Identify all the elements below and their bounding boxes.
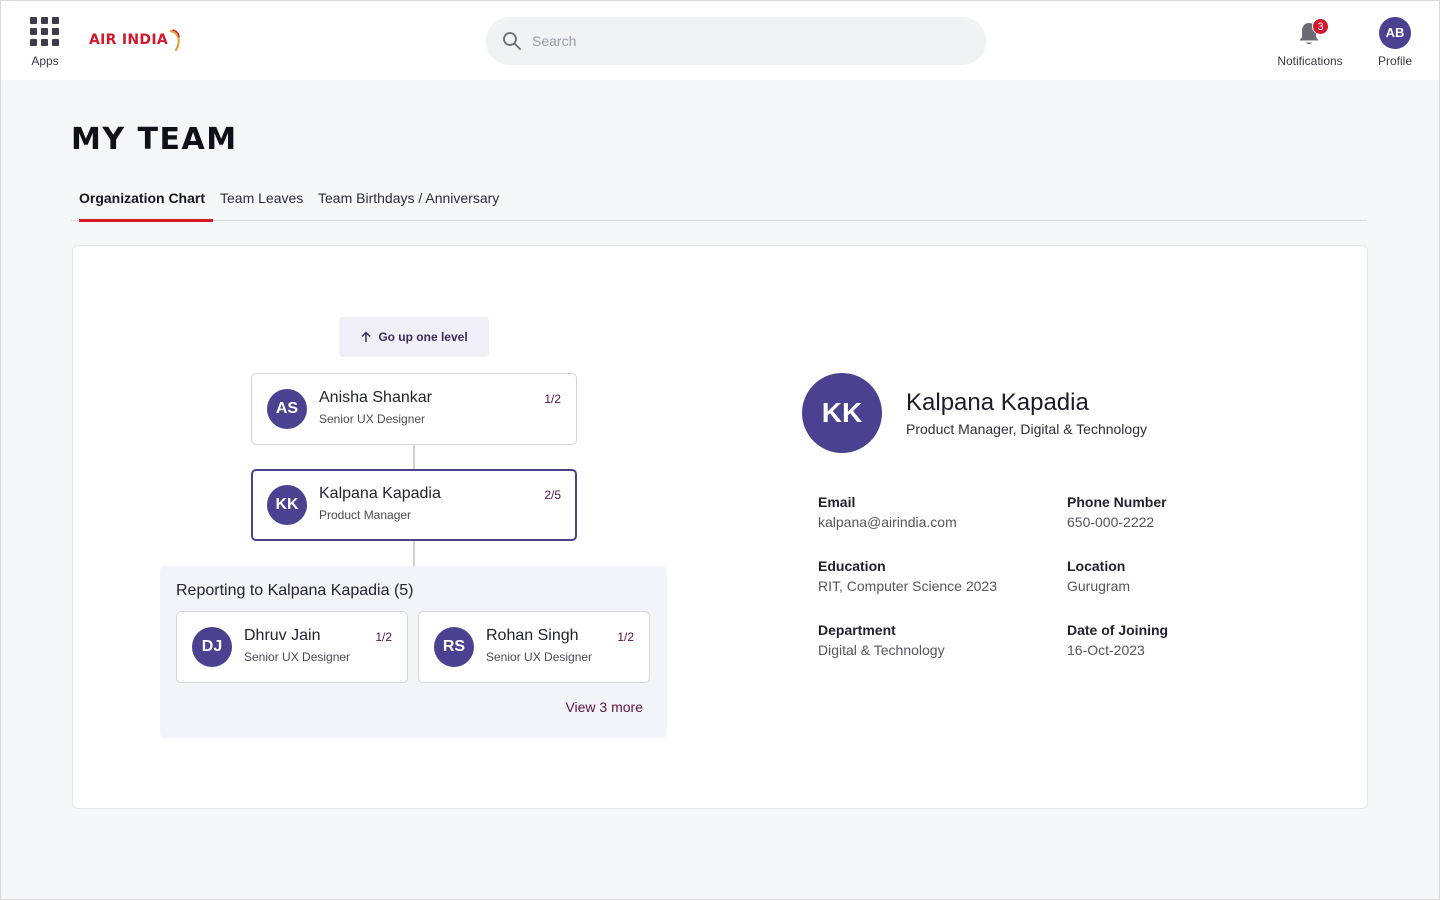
- manager-card[interactable]: AS Anisha Shankar Senior UX Designer 1/2: [251, 373, 577, 445]
- air-india-logo[interactable]: AIR INDIA: [89, 27, 182, 53]
- education-field: Education RIT, Computer Science 2023: [818, 558, 997, 594]
- logo-swoosh-icon: [170, 29, 180, 51]
- report-card-rohan-singh[interactable]: RS Rohan Singh Senior UX Designer 1/2: [418, 611, 650, 683]
- avatar: RS: [434, 627, 474, 667]
- department-field: Department Digital & Technology: [818, 622, 945, 658]
- person-role: Senior UX Designer: [244, 650, 351, 664]
- email-value[interactable]: kalpana@airindia.com: [818, 514, 957, 530]
- person-role: Product Manager: [319, 508, 412, 522]
- avatar: AS: [267, 389, 307, 429]
- notifications-label: Notifications: [1277, 54, 1343, 68]
- department-value: Digital & Technology: [818, 642, 945, 658]
- detail-avatar: KK: [802, 373, 882, 453]
- tab-label: Team Leaves: [220, 190, 304, 206]
- field-label: Email: [818, 494, 856, 510]
- person-name: Dhruv Jain: [244, 627, 321, 644]
- field-label: Education: [818, 558, 886, 574]
- avatar: DJ: [192, 627, 232, 667]
- search-bar: [486, 17, 986, 65]
- search-icon: [503, 32, 521, 50]
- tab-label: Team Birthdays / Anniversary: [318, 190, 500, 206]
- person-name: Anisha Shankar: [319, 389, 432, 406]
- location-value: Gurugram: [1067, 578, 1131, 594]
- go-up-one-level-button[interactable]: Go up one level: [339, 317, 489, 357]
- apps-label: Apps: [31, 54, 59, 68]
- tab-label: Organization Chart: [79, 190, 206, 206]
- tab-bar: Organization Chart Team Leaves Team Birt…: [71, 185, 1367, 222]
- avatar: KK: [267, 485, 307, 525]
- field-label: Department: [818, 622, 896, 638]
- person-role: Senior UX Designer: [486, 650, 593, 664]
- arrow-up-icon: [361, 331, 371, 342]
- tab-team-leaves[interactable]: Team Leaves: [220, 185, 303, 221]
- reports-count: 1/2: [544, 392, 561, 406]
- profile-button[interactable]: AB Profile: [1371, 17, 1419, 73]
- field-label: Phone Number: [1067, 494, 1167, 510]
- phone-value: 650-000-2222: [1067, 514, 1155, 530]
- connector-line: [413, 541, 415, 566]
- report-card-dhruv-jain[interactable]: DJ Dhruv Jain Senior UX Designer 1/2: [176, 611, 408, 683]
- go-up-label: Go up one level: [378, 330, 468, 344]
- direct-reports-panel: Reporting to Kalpana Kapadia (5) DJ Dhru…: [160, 566, 667, 738]
- apps-launcher[interactable]: Apps: [30, 17, 60, 68]
- email-field: Email kalpana@airindia.com: [818, 494, 957, 530]
- phone-field: Phone Number 650-000-2222: [1067, 494, 1167, 530]
- selected-person-card[interactable]: KK Kalpana Kapadia Product Manager 2/5: [251, 469, 577, 541]
- notification-count-badge: 3: [1312, 18, 1329, 35]
- reports-count: 2/5: [544, 488, 561, 502]
- search-input[interactable]: [532, 17, 962, 65]
- detail-name: Kalpana Kapadia: [906, 389, 1089, 416]
- reports-title: Reporting to Kalpana Kapadia (5): [176, 582, 414, 599]
- reports-count: 1/2: [617, 630, 634, 644]
- education-value: RIT, Computer Science 2023: [818, 578, 997, 594]
- tab-organization-chart[interactable]: Organization Chart: [79, 185, 214, 222]
- detail-role: Product Manager, Digital & Technology: [906, 421, 1147, 437]
- joining-date-field: Date of Joining 16-Oct-2023: [1067, 622, 1168, 658]
- reports-count: 1/2: [375, 630, 392, 644]
- apps-grid-icon: [30, 17, 59, 46]
- person-name: Rohan Singh: [486, 627, 579, 644]
- profile-label: Profile: [1377, 54, 1412, 68]
- location-field: Location Gurugram: [1067, 558, 1130, 594]
- org-chart-card: Go up one level AS Anisha Shankar Senior…: [72, 245, 1368, 809]
- person-role: Senior UX Designer: [319, 412, 426, 426]
- profile-avatar: AB: [1379, 17, 1411, 49]
- person-name: Kalpana Kapadia: [319, 485, 441, 502]
- tab-team-birthdays-anniversary[interactable]: Team Birthdays / Anniversary: [318, 185, 499, 221]
- view-more-link[interactable]: View 3 more: [565, 699, 643, 715]
- page-title: MY TEAM: [71, 122, 238, 157]
- logo-text: AIR INDIA: [89, 32, 168, 48]
- connector-line: [413, 445, 415, 469]
- top-bar: Apps AIR INDIA 3 Notifications AB Profil…: [1, 1, 1439, 80]
- notifications-button[interactable]: 3 Notifications: [1271, 17, 1349, 73]
- field-label: Location: [1067, 558, 1126, 574]
- joining-date-value: 16-Oct-2023: [1067, 642, 1145, 658]
- field-label: Date of Joining: [1067, 622, 1169, 638]
